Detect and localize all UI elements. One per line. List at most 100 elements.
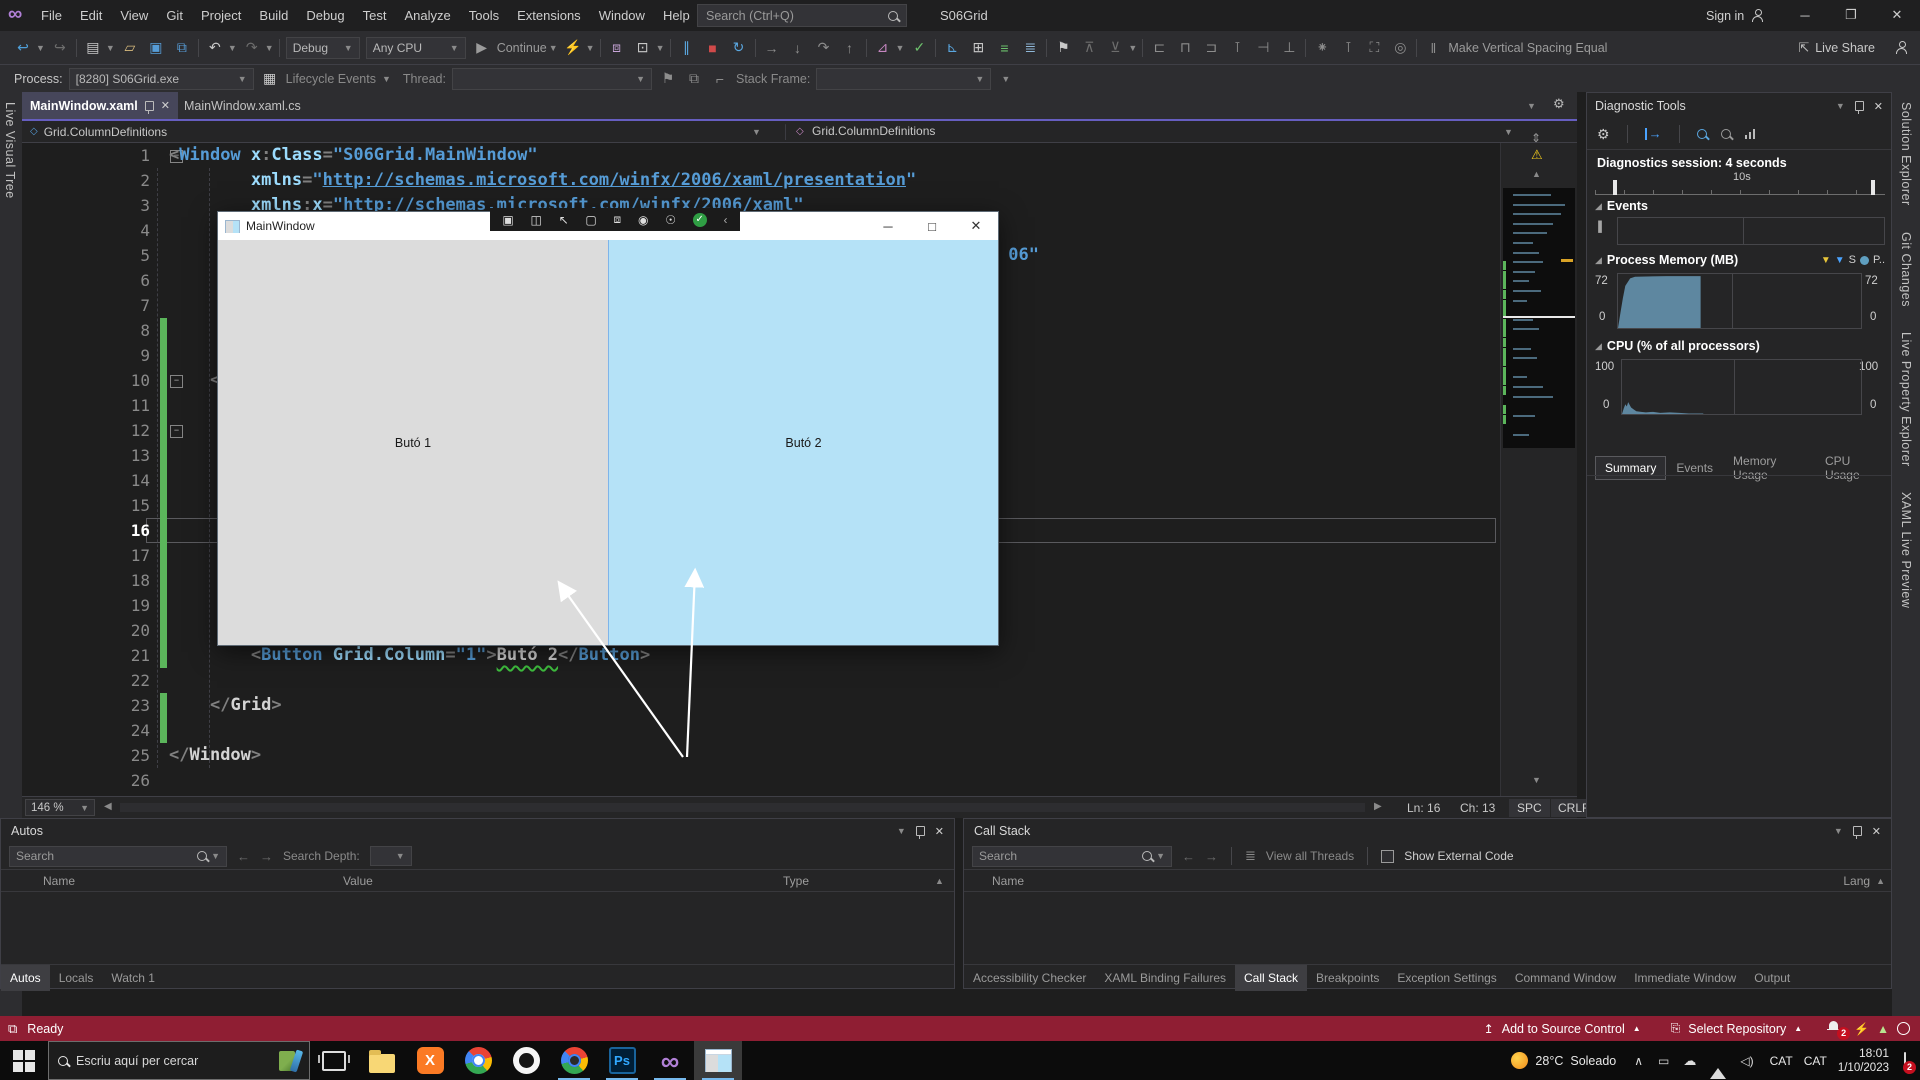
notification-center-icon[interactable]: 2 [1898, 1053, 1920, 1068]
close-tab-icon[interactable]: ✕ [161, 99, 170, 112]
new-file-icon[interactable]: ▤ [80, 36, 106, 60]
scroll-up-icon[interactable]: ▲ [1532, 169, 1541, 179]
hot-reload-overlay-icon[interactable]: ◉ [638, 213, 648, 227]
break-all-icon[interactable]: ∥ [674, 36, 700, 60]
step-over-icon[interactable]: ↷ [811, 36, 837, 60]
collapse-overlay-icon[interactable]: ‹ [723, 213, 727, 227]
autos-search-input[interactable]: Search ▼ [9, 846, 227, 867]
scroll-up-icon[interactable]: ▲ [935, 876, 944, 886]
restart-icon[interactable]: ↻ [726, 36, 752, 60]
tab-solution-explorer[interactable]: Solution Explorer [1899, 102, 1913, 206]
hscroll-track[interactable] [120, 803, 1365, 812]
process-dropdown[interactable]: [8280] S06Grid.exe▼ [69, 68, 254, 90]
events-section-header[interactable]: ◢Events [1595, 199, 1648, 213]
show-next-statement-icon[interactable]: → [759, 36, 785, 60]
pin-icon[interactable] [916, 826, 925, 836]
app-window-mainwindow[interactable]: MainWindow ─ □ ✕ Butó 1 Butó 2 [217, 211, 999, 646]
diag-tab-cpu-usage[interactable]: CPU Usage [1815, 449, 1891, 487]
step-out-icon[interactable]: ↑ [837, 36, 863, 60]
cpu-section-header[interactable]: ◢CPU (% of all processors) [1595, 339, 1760, 353]
align-bottom-icon[interactable]: ⊥ [1276, 36, 1302, 60]
caret-down-icon[interactable]: ▼ [586, 43, 595, 53]
thread-dropdown[interactable]: ▼ [452, 68, 652, 90]
xaml-ruler-icon[interactable]: ⊿ [870, 36, 896, 60]
editor-gear-icon[interactable]: ⚙ [1553, 96, 1565, 112]
track-focused-element-icon[interactable]: ⧈ [614, 212, 622, 227]
tab-mainwindow-xaml-cs[interactable]: MainWindow.xaml.cs [174, 92, 311, 119]
tab-locals[interactable]: Locals [50, 965, 103, 991]
menu-build[interactable]: Build [250, 1, 297, 31]
redo-icon[interactable]: ↷ [239, 36, 265, 60]
panel-menu-icon[interactable]: ▼ [1834, 826, 1843, 836]
tab-autos[interactable]: Autos [1, 965, 50, 991]
enable-selection-icon[interactable]: ↖ [559, 213, 569, 227]
restore-button[interactable]: ❐ [1828, 0, 1874, 30]
diag-tab-memory-usage[interactable]: Memory Usage [1723, 449, 1815, 487]
menu-help[interactable]: Help [654, 1, 699, 31]
autos-titlebar[interactable]: Autos ▼ ✕ [1, 819, 954, 843]
search-forward-icon[interactable]: → [1205, 849, 1218, 864]
app-button-1[interactable]: Butó 1 [218, 240, 608, 645]
volume-icon[interactable]: ◁) [1733, 1054, 1760, 1068]
taskbar-xampp-icon[interactable]: X [406, 1041, 454, 1080]
caret-down-icon[interactable]: ▼ [656, 43, 665, 53]
search-depth-dropdown[interactable]: ▼ [370, 846, 412, 866]
tray-chevron-up-icon[interactable]: ∧ [1626, 1054, 1651, 1068]
accessibility-checker-icon[interactable]: ☉ [665, 213, 676, 227]
breadcrumb-right-caret-icon[interactable]: ▼ [1504, 127, 1513, 137]
scroll-down-icon[interactable]: ▼ [1532, 775, 1541, 785]
preview-window-icon[interactable]: ⊡ [630, 36, 656, 60]
menu-window[interactable]: Window [590, 1, 654, 31]
app-close-button[interactable]: ✕ [954, 212, 998, 240]
platform-dropdown[interactable]: Any CPU▼ [366, 37, 466, 59]
autos-grid-body[interactable] [1, 892, 954, 964]
tab-call-stack[interactable]: Call Stack [1235, 965, 1307, 991]
memory-section-header[interactable]: ◢Process Memory (MB) ▼ ▼ S P.. [1595, 253, 1885, 267]
align-center-icon[interactable]: ⊓ [1172, 36, 1198, 60]
shield-icon[interactable]: ▲ [1877, 1022, 1889, 1036]
app-maximize-button[interactable]: □ [910, 212, 954, 240]
align-left-icon[interactable]: ⊏ [1146, 36, 1172, 60]
zoom-in-icon[interactable] [1697, 129, 1707, 139]
caret-down-icon[interactable]: ▼ [896, 43, 905, 53]
zoom-lens-icon[interactable]: ◎ [1387, 36, 1413, 60]
connection-icon[interactable]: ⚡ [1854, 1022, 1869, 1036]
align-right-icon[interactable]: ⊐ [1198, 36, 1224, 60]
caret-down-icon[interactable]: ▼ [106, 43, 115, 53]
next-bookmark-icon[interactable]: ⊻ [1102, 36, 1128, 60]
split-editor-icon[interactable]: ⇕ [1531, 131, 1541, 145]
taskbar-running-app-icon[interactable] [694, 1041, 742, 1080]
select-repository-button[interactable]: Select Repository [1688, 1022, 1786, 1036]
search-forward-icon[interactable]: → [260, 849, 273, 864]
close-button[interactable]: ✕ [1874, 0, 1920, 30]
language-indicator[interactable]: CAT [1802, 1054, 1829, 1068]
live-share-button[interactable]: Live Share [1815, 41, 1875, 55]
breadcrumb-left[interactable]: Grid.ColumnDefinitions [44, 125, 167, 139]
taskbar-photoshop-icon[interactable]: Ps [598, 1041, 646, 1080]
close-icon[interactable]: ✕ [1872, 825, 1881, 838]
wifi-icon[interactable] [1703, 1053, 1733, 1068]
taskbar-search-input[interactable]: Escriu aquí per cercar [48, 1041, 310, 1080]
export-icon[interactable]: → [1645, 128, 1662, 140]
go-to-live-visual-tree-icon[interactable]: ▣ [502, 213, 513, 227]
minimize-button[interactable]: ─ [1782, 0, 1828, 30]
app-button-2[interactable]: Butó 2 [608, 240, 998, 645]
menu-project[interactable]: Project [192, 1, 250, 31]
taskbar-visual-studio-icon[interactable]: ∞ [646, 1041, 694, 1080]
same-size-icon[interactable]: ⁕ [1309, 36, 1335, 60]
expand-icon[interactable]: ⛶ [1361, 36, 1387, 60]
vertical-spacing-icon[interactable]: ⊺ [1335, 36, 1361, 60]
diag-tab-events[interactable]: Events [1666, 456, 1723, 480]
show-frame-rate-icon[interactable]: ◫ [530, 213, 541, 227]
caret-down-icon[interactable]: ▼ [36, 43, 45, 53]
make-vertical-spacing-icon[interactable]: ‖ [1420, 36, 1446, 60]
lifecycle-button[interactable]: Lifecycle Events [286, 72, 376, 86]
lifecycle-caret-icon[interactable]: ▼ [382, 74, 391, 84]
prev-bookmark-icon[interactable]: ⊼ [1076, 36, 1102, 60]
caret-up-icon[interactable]: ▲ [1794, 1024, 1802, 1033]
menu-edit[interactable]: Edit [71, 1, 111, 31]
navigate-backward-icon[interactable]: ↩ [10, 36, 36, 60]
clock[interactable]: 18:01 1/10/2023 [1829, 1046, 1898, 1075]
find-in-files-icon[interactable]: ⧈ [604, 36, 630, 60]
tab-live-visual-tree[interactable]: Live Visual Tree [3, 102, 17, 199]
